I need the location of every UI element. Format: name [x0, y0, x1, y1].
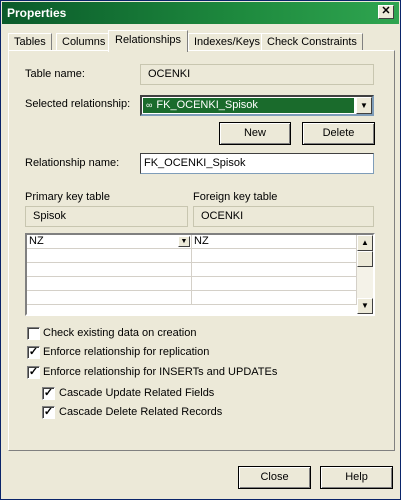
window-title: Properties	[7, 6, 67, 20]
grid-cell[interactable]	[192, 249, 357, 263]
enforce-replication-checkbox[interactable]: ✓	[27, 346, 40, 359]
foreign-column-value: NZ	[194, 235, 209, 247]
grid-cell[interactable]	[192, 263, 357, 277]
cascade-delete-checkbox[interactable]: ✓	[42, 406, 55, 419]
tab-check-constraints[interactable]: Check Constraints	[261, 33, 363, 51]
table-row: NZ ▼ NZ	[27, 235, 357, 249]
table-name-label: Table name:	[25, 68, 85, 80]
grid-cell[interactable]	[27, 291, 192, 305]
tab-columns[interactable]: Columns	[56, 33, 112, 51]
new-button[interactable]: New	[219, 122, 291, 145]
cascade-update-label: Cascade Update Related Fields	[59, 387, 215, 399]
chevron-down-icon[interactable]: ▼	[178, 236, 190, 247]
table-row	[27, 249, 357, 263]
vertical-scrollbar[interactable]: ▲ ▼	[357, 235, 373, 314]
selected-relationship-dropdown[interactable]: ∞ FK_OCENKI_Spisok ▼	[140, 95, 374, 116]
relationship-name-input[interactable]: FK_OCENKI_Spisok	[140, 153, 374, 174]
grid-cell[interactable]	[192, 291, 357, 305]
cascade-update-checkbox[interactable]: ✓	[42, 387, 55, 400]
table-row	[27, 277, 357, 291]
tab-tables[interactable]: Tables	[8, 33, 52, 51]
enforce-inserts-updates-checkbox[interactable]: ✓	[27, 366, 40, 379]
selected-relationship-value: ∞ FK_OCENKI_Spisok	[143, 98, 354, 113]
scroll-up-icon[interactable]: ▲	[357, 235, 373, 251]
close-icon[interactable]: ✕	[378, 5, 394, 19]
grid-cell[interactable]	[27, 277, 192, 291]
delete-button[interactable]: Delete	[302, 122, 375, 145]
scroll-thumb[interactable]	[357, 251, 373, 267]
close-button[interactable]: Close	[238, 466, 311, 489]
primary-key-table-value: Spisok	[25, 206, 188, 227]
foreign-column-cell[interactable]: NZ	[192, 235, 357, 249]
grid-cell[interactable]	[27, 263, 192, 277]
chevron-down-icon[interactable]: ▼	[356, 97, 372, 114]
grid-cell[interactable]	[27, 249, 192, 263]
enforce-inserts-updates-label: Enforce relationship for INSERTs and UPD…	[43, 366, 278, 378]
relationship-name-label: Relationship name:	[25, 157, 120, 169]
table-row	[27, 263, 357, 277]
table-row	[27, 291, 357, 305]
selected-relationship-text: FK_OCENKI_Spisok	[156, 99, 258, 111]
foreign-key-table-label: Foreign key table	[193, 191, 278, 203]
primary-column-cell[interactable]: NZ ▼	[27, 235, 192, 249]
cascade-delete-label: Cascade Delete Related Records	[59, 406, 223, 418]
grid-cell[interactable]	[192, 277, 357, 291]
properties-dialog: Properties ✕ Tables Columns Relationship…	[0, 0, 401, 500]
check-existing-data-label: Check existing data on creation	[43, 327, 197, 339]
help-button[interactable]: Help	[320, 466, 393, 489]
foreign-key-table-value: OCENKI	[193, 206, 374, 227]
primary-column-value: NZ	[29, 235, 44, 247]
title-bar[interactable]: Properties ✕	[2, 2, 399, 24]
tab-relationships[interactable]: Relationships	[108, 30, 189, 52]
key-columns-grid: NZ ▼ NZ ▲ ▼	[25, 233, 375, 316]
selected-relationship-label: Selected relationship:	[25, 98, 131, 110]
check-existing-data-checkbox[interactable]	[27, 327, 40, 340]
enforce-replication-label: Enforce relationship for replication	[43, 346, 210, 358]
scroll-down-icon[interactable]: ▼	[357, 298, 373, 314]
tab-indexes-keys[interactable]: Indexes/Keys	[188, 33, 267, 51]
table-name-value: OCENKI	[140, 64, 374, 85]
primary-key-table-label: Primary key table	[25, 191, 110, 203]
relationship-icon: ∞	[146, 100, 153, 110]
